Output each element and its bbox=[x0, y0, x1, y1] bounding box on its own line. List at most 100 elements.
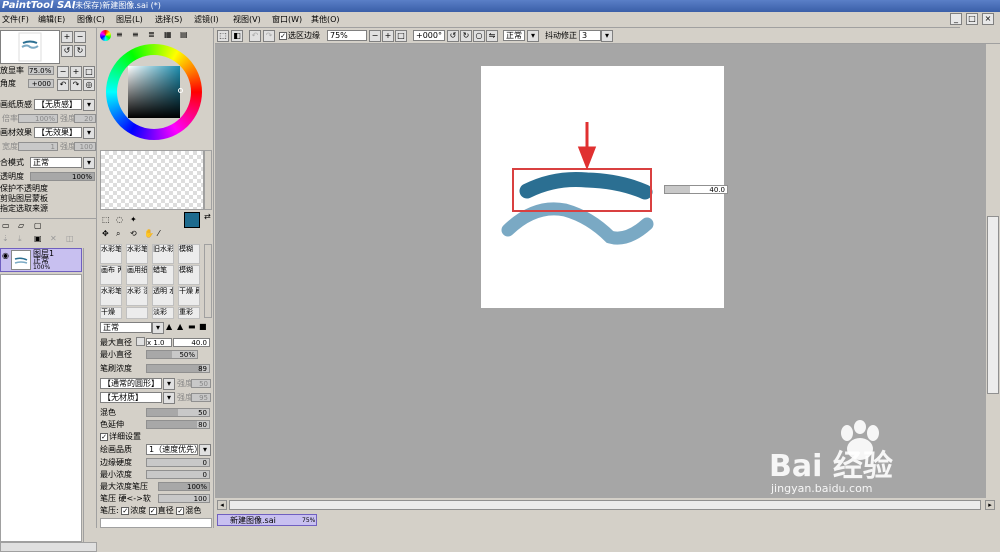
primary-color-swatch[interactable] bbox=[184, 212, 200, 228]
menu-filter[interactable]: 滤镜(I) bbox=[194, 14, 219, 26]
scratchpad-tab-icon[interactable]: ▤ bbox=[180, 30, 188, 39]
paper-strength-slider[interactable]: 20 bbox=[74, 114, 96, 123]
brush-slot[interactable]: 水彩 湿润 bbox=[126, 286, 148, 306]
menu-image[interactable]: 图像(C) bbox=[77, 14, 105, 26]
pressure-hardness-slider[interactable]: 100 bbox=[158, 494, 210, 503]
pressure-diameter-check-icon[interactable]: ✓ bbox=[148, 506, 157, 515]
lasso-icon[interactable]: ◌ bbox=[116, 215, 123, 224]
layer-list-hscroll[interactable] bbox=[0, 542, 97, 552]
brush-slot[interactable]: 干燥 bbox=[100, 307, 122, 319]
angle-slider[interactable]: +000 bbox=[28, 79, 54, 88]
detail-settings-checkbox[interactable]: ✓ 详细设置 bbox=[100, 432, 141, 442]
rotate-reset-icon[interactable]: ○ bbox=[473, 30, 485, 42]
blend-mode-dropdown-icon[interactable]: ▾ bbox=[83, 157, 95, 169]
nav-zoom-in-button[interactable]: + bbox=[61, 31, 73, 43]
effect-strength-slider[interactable]: 100 bbox=[74, 142, 96, 151]
brush-size-presets[interactable] bbox=[100, 518, 212, 528]
menu-select[interactable]: 选择(S) bbox=[155, 14, 182, 26]
rotate-icon[interactable]: ⟲ bbox=[130, 229, 137, 238]
paper-effect-dropdown-icon[interactable]: ▾ bbox=[83, 127, 95, 139]
document-tab[interactable]: 新建图像.sai 75% bbox=[217, 514, 317, 526]
brush-grid-scrollbar[interactable] bbox=[204, 244, 212, 318]
merge-down-icon[interactable]: ⤓ bbox=[18, 234, 22, 244]
undo-icon[interactable]: ↶ bbox=[249, 30, 261, 42]
view-mode-select[interactable]: 正常 bbox=[503, 30, 525, 41]
rotate-cw-icon[interactable]: ↻ bbox=[460, 30, 472, 42]
new-layer-icon[interactable]: ▭ bbox=[2, 221, 10, 230]
brush-slot[interactable]: 水彩笔 10数 bbox=[126, 244, 148, 264]
menu-file[interactable]: 文件(F) bbox=[2, 14, 29, 26]
angle-left-button[interactable]: ↶ bbox=[57, 79, 69, 91]
menu-other[interactable]: 其他(O) bbox=[311, 14, 340, 26]
extend-slider[interactable]: 80 bbox=[146, 420, 210, 429]
hscroll-right-icon[interactable]: ▸ bbox=[985, 500, 995, 510]
paper-texture-select[interactable]: 【无质感】 bbox=[34, 99, 82, 110]
zoom-fit-icon[interactable]: □ bbox=[395, 30, 407, 42]
swatch-tab-icon[interactable]: ▦ bbox=[164, 30, 172, 39]
menu-layer[interactable]: 图层(L) bbox=[116, 14, 143, 26]
minimize-button[interactable]: _ bbox=[950, 13, 962, 25]
paper-effect-select[interactable]: 【无效果】 bbox=[34, 127, 82, 138]
selection-edge-checkbox[interactable]: ✓ 选区边缘 bbox=[279, 31, 320, 41]
hand-icon[interactable]: ✋ bbox=[144, 229, 154, 238]
invert-selection-icon[interactable]: ◧ bbox=[231, 30, 243, 42]
view-mode-dropdown-icon[interactable]: ▾ bbox=[527, 30, 539, 42]
opacity-slider[interactable]: 100% bbox=[30, 172, 95, 181]
brush-slot[interactable]: 水彩笔 bbox=[100, 286, 122, 306]
min-diameter-slider[interactable]: 50% bbox=[146, 350, 198, 359]
paper-texture-dropdown-icon[interactable]: ▾ bbox=[83, 99, 95, 111]
max-diameter-multiplier[interactable]: x 1.0 bbox=[146, 338, 172, 347]
brush-slot[interactable]: 模糊 bbox=[178, 244, 200, 264]
navigator-preview[interactable] bbox=[0, 30, 60, 64]
stabilizer-dropdown-icon[interactable]: ▾ bbox=[601, 30, 613, 42]
canvas-vscrollbar[interactable] bbox=[986, 44, 1000, 498]
brush-slot[interactable]: 淡彩 bbox=[152, 307, 174, 319]
brush-slot[interactable] bbox=[126, 307, 148, 319]
scratchpad-scrollbar[interactable] bbox=[204, 150, 212, 210]
blend-mode-select[interactable]: 正常 bbox=[30, 157, 82, 168]
stabilizer-select[interactable]: 3 bbox=[579, 30, 601, 41]
magic-wand-icon[interactable]: ✦ bbox=[130, 215, 137, 224]
nav-zoom-out-button[interactable]: − bbox=[74, 31, 86, 43]
new-folder-icon[interactable]: ▢ bbox=[34, 221, 42, 230]
brush-mode-select[interactable]: 正常 bbox=[100, 322, 152, 333]
select-source-checkbox[interactable]: 指定选取来源 bbox=[0, 204, 48, 214]
quality-select[interactable]: 1（速度优先） bbox=[146, 444, 202, 455]
max-pressure-slider[interactable]: 100% bbox=[158, 482, 210, 491]
brush-tip-soft-icon[interactable]: ▲ bbox=[177, 322, 183, 331]
shape-strength-slider[interactable]: 50 bbox=[191, 379, 211, 388]
layer-mask-icon[interactable]: ◫ bbox=[66, 234, 74, 243]
brush-tip-square-icon[interactable]: ■ bbox=[199, 322, 207, 331]
new-vector-layer-icon[interactable]: ▱ bbox=[18, 221, 24, 230]
pressure-density-check-icon[interactable]: ✓ bbox=[121, 506, 130, 515]
rgb-slider-tab-icon[interactable]: ≡ bbox=[116, 30, 123, 39]
edge-hardness-slider[interactable]: 0 bbox=[146, 458, 210, 467]
clear-layer-icon[interactable]: ▣ bbox=[34, 234, 42, 243]
hscroll-thumb[interactable] bbox=[229, 500, 981, 510]
canvas-area[interactable]: 40.0 Bai 经验 jingyan.baidu.com bbox=[215, 44, 986, 498]
color-wheel-tab-icon[interactable] bbox=[100, 30, 111, 41]
zoom-minus-button[interactable]: − bbox=[57, 66, 69, 78]
max-diameter-field[interactable]: 40.0 bbox=[173, 338, 210, 347]
angle-right-button[interactable]: ↷ bbox=[70, 79, 82, 91]
color-wheel[interactable] bbox=[106, 44, 202, 140]
texture-strength-slider[interactable]: 95 bbox=[191, 393, 211, 402]
mix-slider[interactable]: 50 bbox=[146, 408, 210, 417]
effect-width-slider[interactable]: 1 bbox=[18, 142, 58, 151]
redo-icon[interactable]: ↷ bbox=[263, 30, 275, 42]
vscroll-thumb[interactable] bbox=[987, 216, 999, 394]
layer-item[interactable]: ◉ 图层1 正常 100% bbox=[0, 248, 82, 272]
swap-colors-icon[interactable]: ⇄ bbox=[204, 212, 211, 221]
rotate-ccw-icon[interactable]: ↺ bbox=[447, 30, 459, 42]
quality-dropdown-icon[interactable]: ▾ bbox=[199, 444, 211, 456]
menu-view[interactable]: 视图(V) bbox=[233, 14, 261, 26]
brush-slot[interactable]: 干燥 刷子 bbox=[178, 286, 200, 306]
menu-edit[interactable]: 编辑(E) bbox=[38, 14, 65, 26]
brush-slot[interactable]: 旧水彩 bbox=[152, 244, 174, 264]
clip-group-checkbox[interactable]: 剪贴图层蒙板 bbox=[0, 194, 48, 204]
maximize-button[interactable]: □ bbox=[966, 13, 978, 25]
layer-list-scrollbar[interactable] bbox=[83, 248, 96, 542]
delete-layer-icon[interactable]: ✕ bbox=[50, 234, 57, 243]
eyedropper-icon[interactable]: ⁄ bbox=[158, 229, 159, 238]
hscroll-left-icon[interactable]: ◂ bbox=[217, 500, 227, 510]
